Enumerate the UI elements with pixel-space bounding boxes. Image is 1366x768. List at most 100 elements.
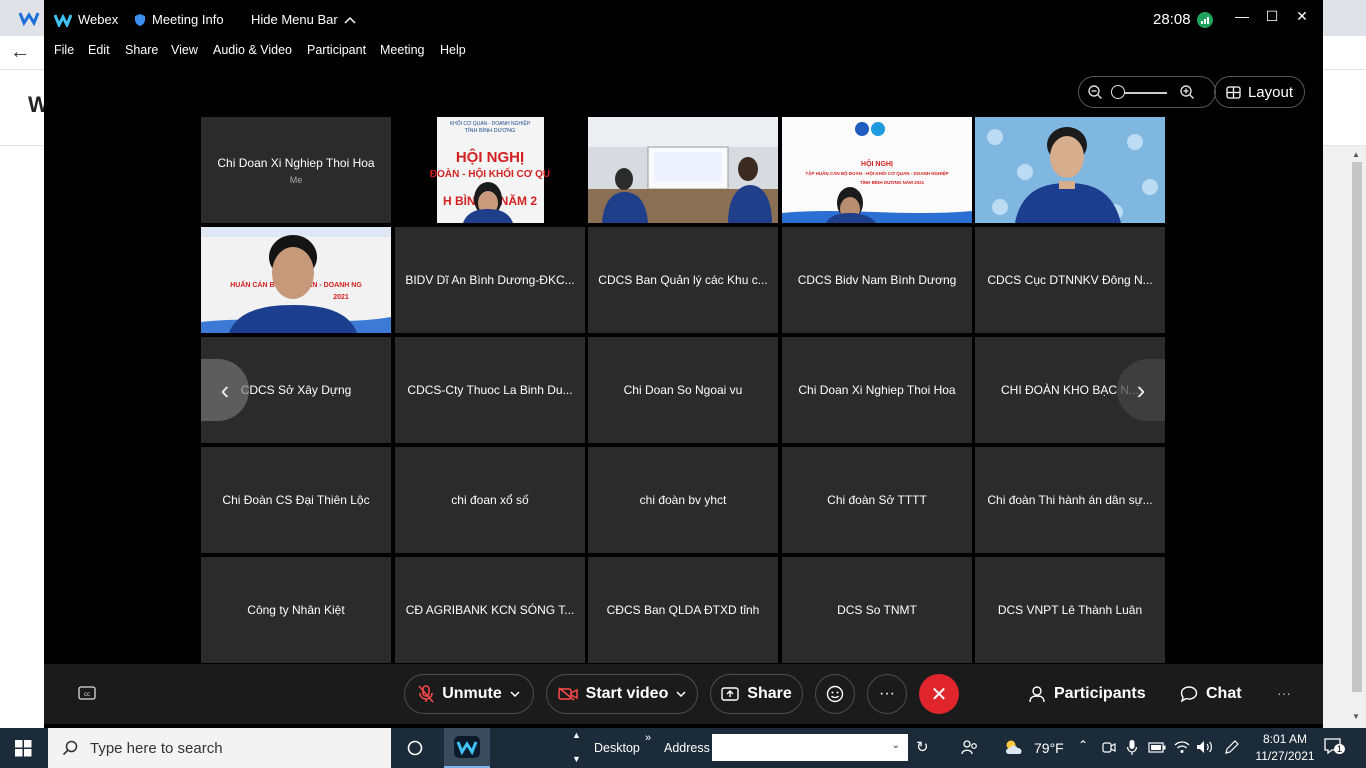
notification-center[interactable]: 1 — [1324, 738, 1346, 761]
participant-tile-video-3[interactable]: HỘI NGHỊ TẬP HUẤN CÁN BỘ ĐOÀN - HỘI KHỐI… — [782, 117, 972, 223]
refresh-icon[interactable]: ↻ — [916, 738, 929, 756]
participant-tile-video-1[interactable]: KHỐI CƠ QUAN - DOANH NGHIỆP TỈNH BÌNH DƯ… — [395, 117, 585, 223]
banner-text: 2021 — [333, 294, 349, 301]
wifi-icon[interactable] — [1174, 740, 1190, 754]
address-input[interactable]: ⌄ — [712, 734, 908, 761]
scrollbar-thumb[interactable] — [1352, 162, 1362, 692]
show-hidden-icons-chevron-icon[interactable]: ⌃ — [1078, 738, 1088, 752]
close-icon[interactable]: ✕ — [1287, 8, 1317, 25]
closed-captions-icon[interactable]: cc — [78, 686, 96, 700]
video-feed-hoi-nghi-1: KHỐI CƠ QUAN - DOANH NGHIỆP TỈNH BÌNH DƯ… — [430, 117, 550, 223]
participant-tile[interactable]: CĐCS Ban QLDA ĐTXD tỉnh — [588, 557, 778, 663]
participant-tile[interactable]: CDCS Bidv Nam Bình Dương — [782, 227, 972, 333]
battery-icon[interactable] — [1148, 742, 1166, 753]
participant-name: CĐCS Ban QLDA ĐTXD tỉnh — [606, 603, 760, 617]
toolbar-scroll-up-icon[interactable]: ▲ — [572, 730, 581, 740]
more-options-button[interactable]: ··· — [867, 674, 907, 714]
participant-name: CDCS Ban Quản lý các Khu c... — [598, 273, 768, 287]
participant-grid: Chi Doan Xi Nghiep Thoi Hoa Me KHỐI CƠ Q… — [201, 117, 1165, 663]
participant-tile[interactable]: CDCS Cục DTNNKV Đông N... — [975, 227, 1165, 333]
layout-button[interactable]: Layout — [1214, 76, 1305, 108]
participant-name: DCS So TNMT — [837, 603, 917, 617]
browser-scrollbar[interactable]: ▲ ▼ — [1350, 150, 1364, 725]
taskbar-clock[interactable]: 8:01 AM 11/27/2021 — [1247, 731, 1323, 765]
taskbar-webex-app[interactable] — [444, 728, 490, 768]
menu-share[interactable]: Share — [125, 43, 158, 57]
meeting-info-button[interactable]: Meeting Info — [134, 12, 224, 27]
timer-text: 28:08 — [1153, 11, 1191, 28]
menu-edit[interactable]: Edit — [88, 43, 110, 57]
unmute-button[interactable]: Unmute — [404, 674, 534, 714]
menu-participant[interactable]: Participant — [307, 43, 366, 57]
end-call-x-icon: ✕ — [930, 683, 948, 706]
notification-badge: 1 — [1334, 744, 1346, 754]
participants-button[interactable]: Participants — [1028, 685, 1146, 703]
participant-tile[interactable]: DCS So TNMT — [782, 557, 972, 663]
participant-tile[interactable]: CĐ AGRIBANK KCN SÓNG T... — [395, 557, 585, 663]
zoom-out-icon[interactable] — [1087, 84, 1103, 100]
chevron-up-icon — [344, 16, 356, 24]
browser-back-icon[interactable]: ← — [10, 41, 30, 64]
participant-tile[interactable]: CDCS Ban Quản lý các Khu c... — [588, 227, 778, 333]
participant-tile-self[interactable]: Chi Doan Xi Nghiep Thoi Hoa Me — [201, 117, 391, 223]
more-panels-icon[interactable]: ··· — [1277, 685, 1291, 701]
people-icon[interactable] — [961, 739, 979, 757]
banner-text: ĐOÀN - HỘI KHỐI CƠ QU — [430, 166, 550, 180]
menu-audio-video[interactable]: Audio & Video — [213, 43, 292, 57]
pen-icon[interactable] — [1224, 739, 1240, 755]
participant-tile[interactable]: Công ty Nhân Kiệt — [201, 557, 391, 663]
banner-title: HỘI NGHỊ — [456, 148, 524, 166]
menu-help[interactable]: Help — [440, 43, 466, 57]
participant-tile[interactable]: Chi Đoàn CS Đại Thiên Lộc — [201, 447, 391, 553]
hide-menu-bar-button[interactable]: Hide Menu Bar — [251, 12, 356, 27]
participant-tile[interactable]: chi đoàn bv yhct — [588, 447, 778, 553]
desktop-toolbar-label[interactable]: Desktop — [594, 741, 640, 755]
participant-tile-video-5[interactable]: HUẤN CÁN BỘ Đ Ơ QUAN - DOANH NG 2021 — [201, 227, 391, 333]
participant-tile[interactable]: chi đoan xổ số — [395, 447, 585, 553]
zoom-slider-knob[interactable] — [1111, 85, 1125, 99]
scroll-down-icon[interactable]: ▼ — [1352, 712, 1360, 721]
participant-tile[interactable]: CDCS-Cty Thuoc La Binh Du... — [395, 337, 585, 443]
meet-now-icon[interactable] — [1102, 740, 1116, 756]
meeting-timer: 28:08 — [1153, 11, 1213, 28]
chevron-double-right-icon[interactable]: » — [645, 732, 651, 744]
toolbar-scroll-down-icon[interactable]: ▼ — [572, 754, 581, 764]
participant-tile-video-2[interactable] — [588, 117, 778, 223]
menu-file[interactable]: File — [54, 43, 74, 57]
menu-view[interactable]: View — [171, 43, 198, 57]
task-view-icon[interactable] — [407, 740, 423, 756]
zoom-in-icon[interactable] — [1179, 84, 1195, 100]
participant-tile[interactable]: BIDV Dĩ An Bình Dương-ĐKC... — [395, 227, 585, 333]
participant-tile[interactable]: Chi Doan So Ngoai vu — [588, 337, 778, 443]
reactions-button[interactable] — [815, 674, 855, 714]
start-video-button[interactable]: Start video — [546, 674, 698, 714]
banner-text: TỈNH BÌNH DƯƠNG NĂM 2021 — [860, 178, 925, 185]
scroll-up-icon[interactable]: ▲ — [1352, 150, 1360, 159]
minimize-icon[interactable]: — — [1227, 8, 1257, 24]
unmute-label: Unmute — [442, 685, 502, 702]
maximize-icon[interactable]: ☐ — [1257, 8, 1287, 25]
taskbar-search-box[interactable]: Type here to search — [48, 728, 391, 768]
participant-tile[interactable]: Chi đoàn Sở TTTT — [782, 447, 972, 553]
participant-tile-video-4[interactable] — [975, 117, 1165, 223]
chevron-down-icon[interactable] — [676, 691, 686, 697]
weather-temperature[interactable]: 79°F — [1034, 740, 1064, 756]
zoom-control[interactable] — [1078, 76, 1216, 108]
participant-name: Chi Doan Xi Nghiep Thoi Hoa — [217, 155, 375, 170]
participant-tile[interactable]: DCS VNPT Lê Thành Luân — [975, 557, 1165, 663]
weather-cloud-icon[interactable] — [1003, 739, 1025, 755]
share-button[interactable]: Share — [710, 674, 803, 714]
address-dropdown-icon[interactable]: ⌄ — [892, 740, 900, 751]
participant-name: chi đoàn bv yhct — [639, 493, 727, 507]
chat-button[interactable]: Chat — [1180, 685, 1242, 703]
chevron-down-icon[interactable] — [510, 691, 520, 697]
menu-meeting[interactable]: Meeting — [380, 43, 424, 57]
svg-text:cc: cc — [84, 692, 90, 698]
microphone-icon[interactable] — [1126, 739, 1138, 756]
participant-name: Chi đoàn Thi hành án dân sự... — [987, 493, 1153, 507]
participant-tile[interactable]: Chi đoàn Thi hành án dân sự... — [975, 447, 1165, 553]
speaker-icon[interactable] — [1196, 740, 1214, 754]
participant-tile[interactable]: Chi Doan Xi Nghiep Thoi Hoa — [782, 337, 972, 443]
leave-meeting-button[interactable]: ✕ — [919, 674, 959, 714]
windows-start-icon[interactable] — [15, 740, 32, 757]
